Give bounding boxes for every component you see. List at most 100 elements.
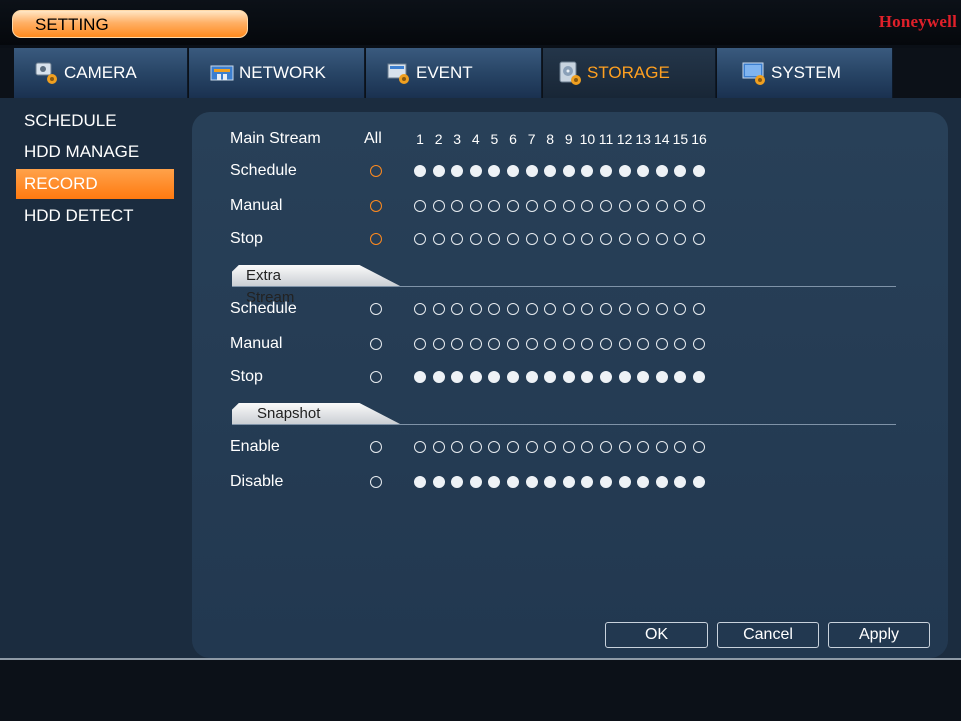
main-schedule-ch6-radio[interactable] — [507, 165, 519, 177]
main-stop-all-radio[interactable] — [370, 233, 382, 245]
extra-manual-ch1-radio[interactable] — [414, 338, 426, 350]
snapshot-disable-ch7-radio[interactable] — [525, 476, 538, 488]
main-stop-ch2-radio[interactable] — [432, 233, 445, 245]
main-stop-ch11-radio[interactable] — [600, 233, 612, 245]
main-stop-ch14-radio[interactable] — [655, 233, 668, 245]
tab-system[interactable]: SYSTEM — [717, 48, 893, 98]
snapshot-disable-ch16-radio[interactable] — [693, 476, 705, 488]
snapshot-disable-ch4-radio[interactable] — [469, 476, 482, 488]
main-manual-ch16-radio[interactable] — [693, 200, 705, 212]
extra-manual-ch9-radio[interactable] — [562, 338, 575, 350]
snapshot-enable-ch11-radio[interactable] — [600, 441, 612, 453]
extra-manual-all-radio[interactable] — [370, 338, 382, 350]
snapshot-enable-ch16-radio[interactable] — [693, 441, 705, 453]
extra-schedule-ch7-radio[interactable] — [525, 303, 538, 315]
main-manual-ch11-radio[interactable] — [600, 200, 612, 212]
extra-stop-all-radio[interactable] — [370, 371, 382, 383]
main-manual-all-radio[interactable] — [370, 200, 382, 212]
main-schedule-ch2-radio[interactable] — [432, 165, 445, 177]
main-schedule-ch14-radio[interactable] — [655, 165, 668, 177]
extra-schedule-ch1-radio[interactable] — [414, 303, 426, 315]
extra-stop-ch7-radio[interactable] — [525, 371, 538, 383]
main-schedule-ch4-radio[interactable] — [469, 165, 482, 177]
extra-schedule-all-radio[interactable] — [370, 303, 382, 315]
extra-stop-ch9-radio[interactable] — [562, 371, 575, 383]
extra-manual-ch16-radio[interactable] — [693, 338, 705, 350]
extra-stop-ch6-radio[interactable] — [507, 371, 519, 383]
snapshot-enable-ch2-radio[interactable] — [432, 441, 445, 453]
main-stop-ch4-radio[interactable] — [469, 233, 482, 245]
snapshot-enable-ch14-radio[interactable] — [655, 441, 668, 453]
extra-schedule-ch11-radio[interactable] — [600, 303, 612, 315]
main-schedule-ch16-radio[interactable] — [693, 165, 705, 177]
ok-button[interactable]: OK — [605, 622, 708, 648]
main-manual-ch2-radio[interactable] — [432, 200, 445, 212]
main-manual-ch7-radio[interactable] — [525, 200, 538, 212]
main-stop-ch12-radio[interactable] — [618, 233, 631, 245]
sidebar-item-hdd-detect[interactable]: HDD DETECT — [16, 201, 174, 231]
main-stop-ch9-radio[interactable] — [562, 233, 575, 245]
snapshot-enable-ch6-radio[interactable] — [507, 441, 519, 453]
snapshot-enable-ch9-radio[interactable] — [562, 441, 575, 453]
main-schedule-ch12-radio[interactable] — [618, 165, 631, 177]
extra-manual-ch12-radio[interactable] — [618, 338, 631, 350]
extra-stop-ch2-radio[interactable] — [432, 371, 445, 383]
extra-manual-ch2-radio[interactable] — [432, 338, 445, 350]
tab-camera[interactable]: CAMERA — [14, 48, 188, 98]
tab-storage[interactable]: STORAGE — [543, 48, 716, 98]
extra-schedule-ch6-radio[interactable] — [507, 303, 519, 315]
extra-manual-ch14-radio[interactable] — [655, 338, 668, 350]
main-schedule-ch11-radio[interactable] — [600, 165, 612, 177]
extra-stop-ch11-radio[interactable] — [600, 371, 612, 383]
main-manual-ch9-radio[interactable] — [562, 200, 575, 212]
tab-event[interactable]: EVENT — [366, 48, 542, 98]
main-schedule-all-radio[interactable] — [370, 165, 382, 177]
snapshot-enable-all-radio[interactable] — [370, 441, 382, 453]
snapshot-disable-ch12-radio[interactable] — [618, 476, 631, 488]
snapshot-enable-ch4-radio[interactable] — [469, 441, 482, 453]
tab-network[interactable]: NETWORK — [189, 48, 365, 98]
extra-stop-ch12-radio[interactable] — [618, 371, 631, 383]
snapshot-disable-ch9-radio[interactable] — [562, 476, 575, 488]
snapshot-disable-ch2-radio[interactable] — [432, 476, 445, 488]
cancel-button[interactable]: Cancel — [717, 622, 819, 648]
main-stop-ch1-radio[interactable] — [414, 233, 426, 245]
extra-stop-ch14-radio[interactable] — [655, 371, 668, 383]
extra-schedule-ch4-radio[interactable] — [469, 303, 482, 315]
extra-schedule-ch9-radio[interactable] — [562, 303, 575, 315]
sidebar-item-hdd-manage[interactable]: HDD MANAGE — [16, 137, 174, 167]
sidebar-item-schedule[interactable]: SCHEDULE — [16, 106, 174, 136]
extra-manual-ch7-radio[interactable] — [525, 338, 538, 350]
snapshot-enable-ch12-radio[interactable] — [618, 441, 631, 453]
main-stop-ch16-radio[interactable] — [693, 233, 705, 245]
main-schedule-ch9-radio[interactable] — [562, 165, 575, 177]
snapshot-enable-ch1-radio[interactable] — [414, 441, 426, 453]
extra-schedule-ch12-radio[interactable] — [618, 303, 631, 315]
apply-button[interactable]: Apply — [828, 622, 930, 648]
main-manual-ch12-radio[interactable] — [618, 200, 631, 212]
main-manual-ch6-radio[interactable] — [507, 200, 519, 212]
main-stop-ch6-radio[interactable] — [507, 233, 519, 245]
extra-manual-ch11-radio[interactable] — [600, 338, 612, 350]
extra-schedule-ch14-radio[interactable] — [655, 303, 668, 315]
main-schedule-ch1-radio[interactable] — [414, 165, 426, 177]
snapshot-disable-all-radio[interactable] — [370, 476, 382, 488]
snapshot-disable-ch11-radio[interactable] — [600, 476, 612, 488]
snapshot-disable-ch1-radio[interactable] — [414, 476, 426, 488]
extra-schedule-ch2-radio[interactable] — [432, 303, 445, 315]
extra-stop-ch16-radio[interactable] — [693, 371, 705, 383]
main-stop-ch7-radio[interactable] — [525, 233, 538, 245]
sidebar-item-record[interactable]: RECORD — [16, 169, 174, 199]
extra-stop-ch1-radio[interactable] — [414, 371, 426, 383]
extra-manual-ch6-radio[interactable] — [507, 338, 519, 350]
main-manual-ch14-radio[interactable] — [655, 200, 668, 212]
main-manual-ch4-radio[interactable] — [469, 200, 482, 212]
snapshot-enable-ch7-radio[interactable] — [525, 441, 538, 453]
extra-manual-ch4-radio[interactable] — [469, 338, 482, 350]
extra-schedule-ch16-radio[interactable] — [693, 303, 705, 315]
main-manual-ch1-radio[interactable] — [414, 200, 426, 212]
snapshot-disable-ch6-radio[interactable] — [507, 476, 519, 488]
extra-stop-ch4-radio[interactable] — [469, 371, 482, 383]
main-schedule-ch7-radio[interactable] — [525, 165, 538, 177]
snapshot-disable-ch14-radio[interactable] — [655, 476, 668, 488]
